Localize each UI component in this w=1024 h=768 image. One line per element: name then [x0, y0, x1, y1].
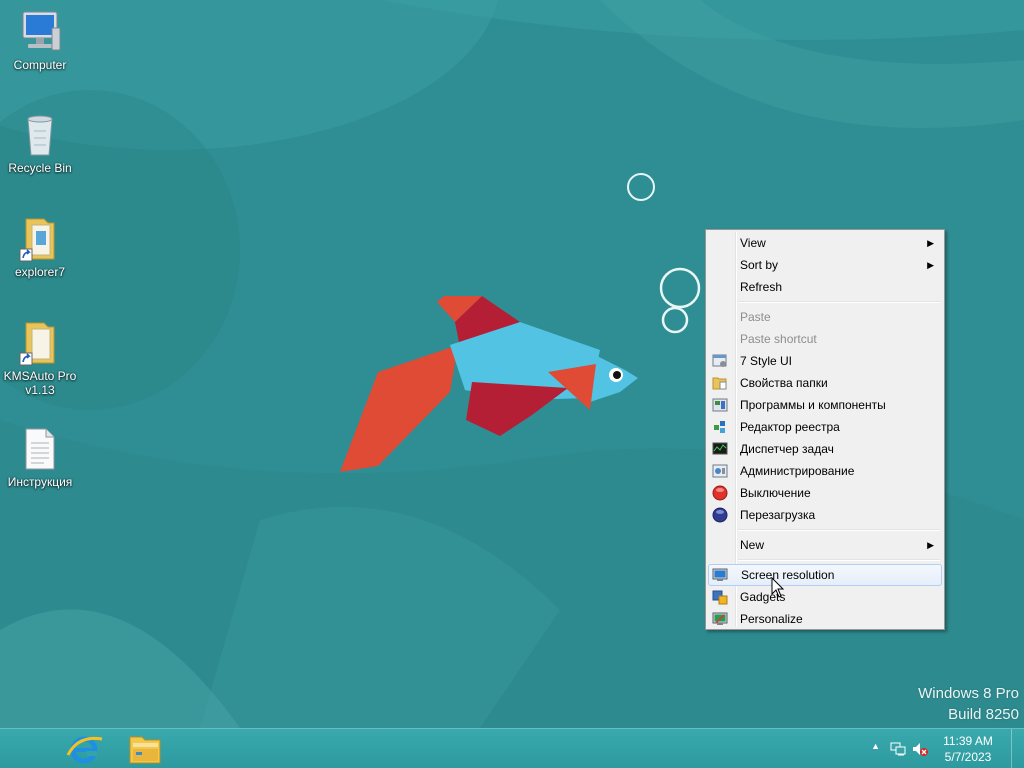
show-desktop-button[interactable] [1011, 729, 1024, 768]
registry-editor-icon [714, 421, 725, 433]
folder-shortcut-icon [19, 218, 55, 262]
menu-item-label: Paste shortcut [740, 332, 817, 346]
taskbar-button-file-explorer[interactable] [118, 731, 174, 767]
desktop-icon-recycle-bin[interactable]: Recycle Bin [0, 111, 80, 175]
menu-item-label: Выключение [740, 486, 811, 500]
menu-item-new[interactable]: New ▶ [708, 534, 942, 556]
menu-item-label: 7 Style UI [740, 354, 793, 368]
desktop-icon-instruction[interactable]: Инструкция [0, 425, 80, 489]
menu-item-label: Редактор реестра [740, 420, 840, 434]
desktop-icon-label: Recycle Bin [8, 161, 72, 175]
menu-item-screen-resolution[interactable]: Screen resolution [708, 564, 942, 586]
menu-item-registry-editor[interactable]: Редактор реестра [708, 416, 942, 438]
menu-item-sort-by[interactable]: Sort by ▶ [708, 254, 942, 276]
menu-item-label: Диспетчер задач [740, 442, 834, 456]
shutdown-icon [712, 485, 728, 501]
file-explorer-icon [129, 736, 161, 764]
restart-icon [712, 507, 728, 523]
folder-options-icon [712, 377, 727, 390]
menu-item-label: Администрирование [740, 464, 855, 478]
personalize-icon [712, 612, 728, 625]
submenu-arrow-icon: ▶ [927, 540, 934, 550]
watermark-edition: Windows 8 Pro [918, 685, 1019, 702]
menu-item-label: Personalize [740, 612, 803, 626]
desktop-icon-label: Инструкция [7, 475, 73, 489]
desktop-icon-kmsauto[interactable]: KMSAuto Pro v1.13 [0, 319, 80, 397]
computer-icon [22, 11, 61, 51]
menu-item-folder-options[interactable]: Свойства папки [708, 372, 942, 394]
show-hidden-icons-arrow-icon[interactable]: ▲ [871, 741, 880, 751]
menu-item-refresh[interactable]: Refresh [708, 276, 942, 298]
network-icon[interactable] [890, 741, 906, 757]
desktop-icon-label: KMSAuto Pro v1.13 [3, 369, 77, 397]
desktop[interactable]: Computer Recycle Bin explorer7 KMSAuto P… [0, 0, 1024, 728]
menu-item-paste-shortcut: Paste shortcut [708, 328, 942, 350]
menu-item-view[interactable]: View ▶ [708, 232, 942, 254]
clock-time: 11:39 AM [943, 734, 993, 748]
window-settings-icon [712, 354, 727, 367]
recycle-bin-icon [27, 115, 53, 156]
submenu-arrow-icon: ▶ [927, 238, 934, 248]
windows-build-watermark: Windows 8 Pro Build 8250 [918, 683, 1019, 725]
menu-item-label: New [740, 538, 765, 552]
menu-item-programs[interactable]: Программы и компоненты [708, 394, 942, 416]
menu-item-label: Refresh [740, 280, 783, 294]
clock[interactable]: 11:39 AM 5/7/2023 [938, 733, 998, 765]
menu-item-label: Свойства папки [740, 376, 828, 390]
menu-item-label: Sort by [740, 258, 779, 272]
menu-separator [738, 559, 940, 561]
menu-separator [738, 529, 940, 531]
menu-item-label: Перезагрузка [740, 508, 816, 522]
submenu-arrow-icon: ▶ [927, 260, 934, 270]
desktop-icon-label: explorer7 [14, 265, 66, 279]
menu-item-label: Программы и компоненты [740, 398, 886, 412]
taskbar: ▲ 11:39 AM 5/7/2023 [0, 728, 1024, 768]
volume-muted-icon[interactable] [912, 741, 928, 757]
desktop-icon-label: Computer [13, 58, 67, 72]
folder-shortcut-icon [19, 322, 55, 366]
menu-item-label: Screen resolution [741, 568, 835, 582]
menu-item-gadgets[interactable]: Gadgets [708, 586, 942, 608]
menu-separator [738, 301, 940, 303]
gadgets-icon [712, 590, 728, 605]
text-document-icon [25, 428, 55, 470]
menu-item-administration[interactable]: Администрирование [708, 460, 942, 482]
task-manager-icon [712, 442, 728, 455]
desktop-icon-explorer7[interactable]: explorer7 [0, 215, 80, 279]
menu-item-task-manager[interactable]: Диспетчер задач [708, 438, 942, 460]
menu-item-shutdown[interactable]: Выключение [708, 482, 942, 504]
desktop-context-menu: View ▶ Sort by ▶ Refresh Paste Paste sho… [705, 229, 945, 630]
admin-tools-icon [712, 464, 728, 478]
internet-explorer-icon [66, 736, 103, 764]
menu-item-label: Paste [740, 310, 771, 324]
watermark-build: Build 8250 [948, 706, 1019, 723]
taskbar-button-internet-explorer[interactable] [56, 731, 112, 767]
menu-item-7-style-ui[interactable]: 7 Style UI [708, 350, 942, 372]
programs-icon [712, 398, 728, 412]
menu-item-label: View [740, 236, 766, 250]
screen-resolution-icon [712, 568, 728, 581]
mouse-cursor-icon [771, 577, 785, 598]
menu-item-restart[interactable]: Перезагрузка [708, 504, 942, 526]
menu-item-personalize[interactable]: Personalize [708, 608, 942, 630]
clock-date: 5/7/2023 [944, 750, 992, 764]
menu-item-paste: Paste [708, 306, 942, 328]
desktop-icon-computer[interactable]: Computer [0, 8, 80, 72]
